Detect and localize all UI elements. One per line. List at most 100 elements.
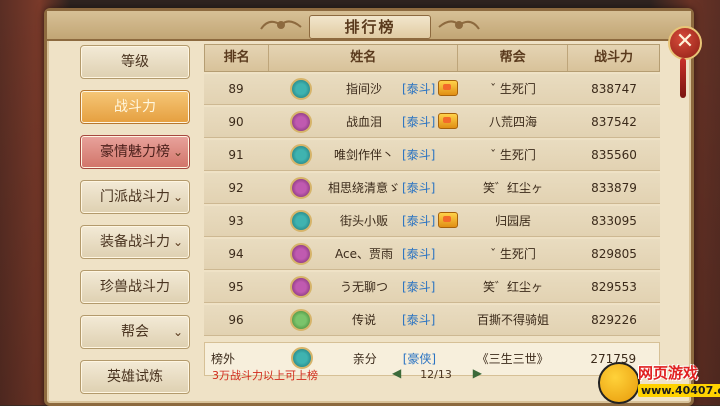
table-row[interactable]: 91 唯剑作伴丶 [泰斗] ˇ 生死门 835560 [204,140,660,171]
watermark-line2: www.40407.com [638,384,720,397]
player-avatar-icon [290,243,312,265]
faction-tag: [泰斗] [402,214,436,228]
table-header: 排名 姓名 帮会 战斗力 [204,44,660,72]
player-name: 唯剑作伴丶 [333,148,394,162]
player-avatar-icon [290,177,312,199]
player-name: Ace、贾雨 [335,247,393,261]
player-avatar-icon [290,78,312,100]
crown-badge-icon [438,80,458,96]
sidebar-item[interactable]: 战斗力 [80,90,190,124]
power-cell: 838747 [591,82,637,96]
power-cell: 829226 [591,313,637,327]
guild-cell: 八荒四海 [488,115,537,129]
sidebar-item[interactable]: 门派战斗力 ⌄ [80,180,190,214]
chevron-down-icon: ⌄ [172,190,183,204]
header-rank: 排名 [205,45,270,71]
power-cell: 833095 [591,214,637,228]
name-cell: 唯剑作伴丶 [泰斗] [268,140,458,170]
faction-tag: [泰斗] [402,115,436,129]
sidebar-item-label: 英雄试炼 [107,369,163,385]
guild-cell: ˇ 生死门 [490,82,536,96]
crown-badge-icon [438,212,458,228]
table-row[interactable]: 92 相思绕清意ゞ [泰斗] 笑゛红尘ヶ 833879 [204,173,660,204]
player-avatar-icon [290,347,313,369]
player-avatar-icon [290,276,312,298]
player-avatar-icon [290,210,312,232]
guild-cell: 笑゛红尘ヶ [482,280,543,294]
rank-cell: 93 [228,214,244,228]
table-row[interactable]: 94 Ace、贾雨 [泰斗] ˇ 生死门 829805 [204,239,660,270]
power-cell: 833879 [591,181,637,195]
guild-cell: 归园居 [494,214,531,228]
title-bar: 排行榜 [47,11,691,41]
player-name: 相思绕清意ゞ [327,181,400,195]
chevron-down-icon: ⌄ [172,325,183,339]
sidebar-item[interactable]: 珍兽战斗力 [80,270,190,304]
sidebar-item[interactable]: 豪情魅力榜 ⌄ [80,135,190,169]
chevron-down-icon: ⌄ [172,145,183,159]
sidebar-item[interactable]: 英雄试炼 [80,360,190,394]
faction-tag: [泰斗] [402,82,436,96]
name-cell: 相思绕清意ゞ [泰斗] [268,173,458,203]
next-page-button[interactable]: ▶ [473,366,482,380]
cloud-ornament-icon [260,20,302,30]
rank-cell: 96 [228,313,244,327]
player-avatar-icon [290,144,312,166]
power-cell: 835560 [591,148,637,162]
name-cell: Ace、贾雨 [泰斗] [268,239,458,269]
faction-tag: [泰斗] [402,148,436,162]
table-row[interactable]: 95 う无聊つ [泰斗] 笑゛红尘ヶ 829553 [204,272,660,303]
category-sidebar: 等级 战斗力 豪情魅力榜 ⌄ 门派战斗力 ⌄ 装备战斗力 ⌄ 珍兽战斗力 帮会 ⌄ 英雄试炼 [80,45,190,405]
table-row[interactable]: 93 街头小贩 [泰斗] 归园居 833095 [204,206,660,237]
rank-cell: 94 [228,247,244,261]
table-body: 89 指间沙 [泰斗] ˇ 生死门 838747 90 战血泪 [泰斗] 八荒四海 837542 9… [204,74,660,336]
pagination: ◀ 12/13 ▶ [392,366,482,384]
name-cell: 指间沙 [泰斗] [268,74,458,104]
rank-cell: 89 [228,82,244,96]
guild-cell: ˇ 生死门 [490,148,536,162]
ranking-table: 排名 姓名 帮会 战斗力 89 指间沙 [泰斗] ˇ 生死门 838747 90 战血泪 [泰… [204,44,660,376]
rank-cell: 92 [228,181,244,195]
mascot-icon [598,362,640,404]
table-row[interactable]: 90 战血泪 [泰斗] 八荒四海 837542 [204,107,660,138]
table-row[interactable]: 89 指间沙 [泰斗] ˇ 生死门 838747 [204,74,660,105]
header-name: 姓名 [269,45,459,71]
player-name: 传说 [351,313,376,327]
watermark-line1: 网页游戏 [638,364,699,382]
sidebar-item[interactable]: 帮会 ⌄ [80,315,190,349]
ranking-requirement-note: 3万战斗力以上可上榜 [212,369,318,382]
guild-cell: 百撕不得骑姐 [476,313,549,327]
sidebar-item-label: 帮会 [121,324,149,340]
prev-page-button[interactable]: ◀ [392,366,401,380]
table-row[interactable]: 96 传说 [泰斗] 百撕不得骑姐 829226 [204,305,660,336]
sidebar-item-label: 装备战斗力 [100,234,170,250]
rank-cell: 90 [228,115,244,129]
faction-tag: [泰斗] [402,313,436,327]
chevron-down-icon: ⌄ [172,235,183,249]
guild-cell: ˇ 生死门 [490,247,536,261]
sidebar-item[interactable]: 装备战斗力 ⌄ [80,225,190,259]
sidebar-item-label: 门派战斗力 [100,189,170,205]
sidebar-item-label: 珍兽战斗力 [100,279,170,295]
sidebar-item-label: 等级 [121,54,149,70]
sidebar-item[interactable]: 等级 [80,45,190,79]
crown-badge-icon [438,113,458,129]
rank-cell: 91 [228,148,244,162]
player-name: 指间沙 [345,82,382,96]
player-name: 街头小贩 [339,214,388,228]
faction-tag: [泰斗] [402,280,436,294]
player-name: 战血泪 [345,115,382,129]
rank-cell: 95 [228,280,244,294]
tassel-ornament [680,58,686,98]
power-cell: 829805 [591,247,637,261]
faction-tag: [泰斗] [402,247,436,261]
guild-cell: 笑゛红尘ヶ [482,181,543,195]
name-cell: う无聊つ [泰斗] [268,272,458,302]
header-guild: 帮会 [458,45,569,71]
site-watermark-logo: 网页游戏 www.40407.com [596,360,720,404]
window-title: 排行榜 [309,15,431,39]
faction-tag: [泰斗] [402,181,436,195]
player-name: う无聊つ [339,280,388,294]
close-button[interactable]: ✕ [668,26,702,60]
power-cell: 829553 [591,280,637,294]
